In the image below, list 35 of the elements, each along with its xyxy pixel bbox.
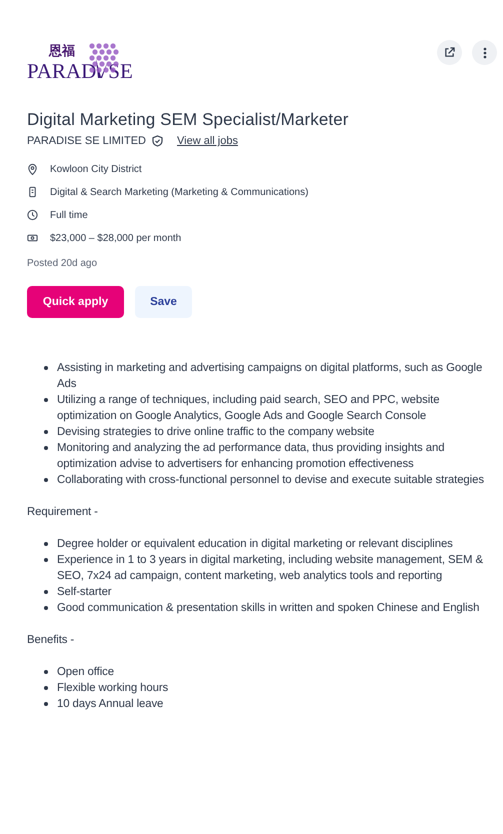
logo-text: 恩福 [49, 44, 75, 59]
more-button[interactable] [472, 40, 497, 65]
list-item-text: Experience in 1 to 3 years in digital marketing, including website management, SEM & SEO, 7x24 ad campaign, content marketing, web analytics tools and reporting [57, 553, 484, 584]
share-button[interactable] [437, 40, 462, 65]
list-item-text: Self-starter [57, 585, 112, 600]
view-all-jobs-link[interactable]: View all jobs [177, 135, 238, 147]
logo-text: SE [108, 60, 133, 82]
share-icon [444, 47, 455, 58]
list-item-text: Assisting in marketing and advertising campaigns on digital platforms, such as Google Ads [57, 361, 484, 392]
list-item-text: Open office [57, 665, 114, 680]
detail-text: Kowloon City District [50, 164, 142, 174]
banknote-icon [27, 232, 38, 244]
list-item-text: Degree holder or equivalent education in digital marketing or relevant disciplines [57, 537, 453, 552]
list-item-text: Flexible working hours [57, 681, 168, 696]
job-title: Digital Marketing SEM Specialist/Marketer [27, 110, 350, 130]
section-heading: Requirement - [27, 505, 99, 520]
quick-apply-button[interactable]: Quick apply [27, 286, 124, 318]
clock-icon [27, 209, 38, 221]
location-pin-icon [27, 163, 38, 175]
section-heading: Benefits - [27, 633, 76, 648]
list-item-text: Utilizing a range of techniques, including paid search, SEO and PPC, website optimization on Google Analytics, Google Ads and Google Search Console [57, 393, 440, 424]
posted-date: Posted 20d ago [27, 258, 98, 269]
logo-text: PARAD [27, 60, 96, 82]
detail-text: Digital & Search Marketing (Marketing & Communications) [50, 186, 308, 198]
list-item-text: Devising strategies to drive online traffic to the company website [57, 425, 374, 440]
save-button[interactable]: Save [135, 286, 192, 318]
list-item-text: Collaborating with cross-functional personnel to devise and execute suitable strategies [57, 473, 484, 488]
detail-text: Full time [50, 210, 88, 220]
more-icon [482, 46, 486, 58]
building-icon [27, 186, 38, 198]
detail-text: $23,000 – $28,000 per month [50, 232, 182, 244]
list-item-text: 10 days Annual leave [57, 697, 164, 712]
list-item-text: Monitoring and analyzing the ad performance data, thus providing insights and optimization advise to advertisers for enhancing promotion effectiveness [57, 441, 446, 472]
company-name: PARADISE SE LIMITED [27, 135, 146, 147]
list-item-text: Good communication & presentation skills in written and spoken Chinese and English [57, 601, 480, 616]
